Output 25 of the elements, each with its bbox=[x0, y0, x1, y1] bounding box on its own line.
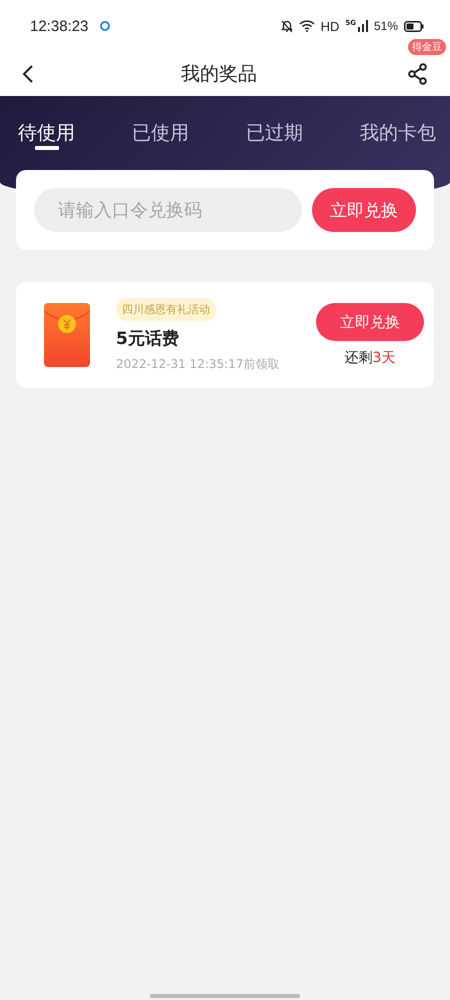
page-title: 我的奖品 bbox=[180, 62, 258, 87]
claim-date: 2022-12-31 12:35:17前领取 bbox=[116, 356, 280, 372]
redeem-button[interactable]: 立即兑换 bbox=[316, 303, 424, 341]
battery-icon bbox=[404, 20, 424, 32]
activity-tag: 四川感恩有礼活动 bbox=[116, 298, 216, 320]
tab[interactable]: 我的卡包 bbox=[354, 96, 442, 170]
network-label: HD bbox=[320, 18, 340, 34]
tab[interactable]: 已使用 bbox=[126, 96, 195, 170]
notification-icon bbox=[100, 21, 110, 31]
tab[interactable]: 已过期 bbox=[240, 96, 309, 170]
bell-off-icon bbox=[280, 20, 293, 32]
status-time: 12:38:23 bbox=[30, 18, 88, 34]
back-icon[interactable] bbox=[22, 64, 34, 84]
share-icon[interactable] bbox=[408, 63, 428, 85]
reward-badge: 得金豆 bbox=[408, 39, 446, 55]
redeem-button[interactable]: 立即兑换 bbox=[312, 188, 416, 232]
remaining-label: 还剩 bbox=[344, 350, 373, 366]
prize-title: 5元话费 bbox=[116, 328, 179, 350]
signal-icon bbox=[358, 20, 368, 32]
battery-percent: 51% bbox=[374, 19, 398, 33]
remaining-days: 3天 bbox=[372, 350, 396, 366]
tab[interactable]: 待使用 bbox=[12, 96, 81, 170]
wifi-icon bbox=[298, 20, 315, 32]
envelope-icon bbox=[44, 303, 90, 367]
code-input-field[interactable]: 请输入口令兑换码 bbox=[34, 188, 302, 232]
